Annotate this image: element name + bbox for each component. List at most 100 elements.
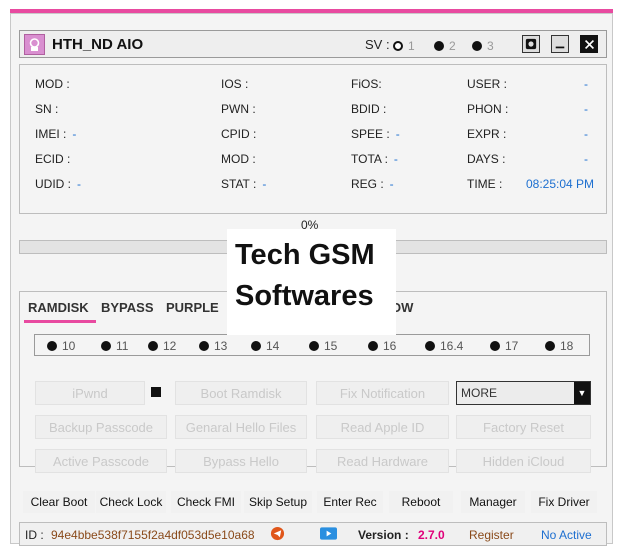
tab-purple[interactable]: PURPLE xyxy=(166,300,219,315)
activation-status: No Active xyxy=(541,528,592,542)
radio-icon xyxy=(545,341,555,351)
info-imei: IMEI :- xyxy=(35,127,77,141)
bypass-hello-button[interactable]: Bypass Hello xyxy=(175,449,307,473)
radio-icon xyxy=(490,341,500,351)
ios-version-13[interactable]: 13 xyxy=(199,339,227,353)
fix-notification-button[interactable]: Fix Notification xyxy=(316,381,449,405)
ios-version-12[interactable]: 12 xyxy=(148,339,176,353)
option-checkbox[interactable] xyxy=(151,387,161,397)
info-expr-label: EXPR : xyxy=(467,127,507,141)
read-hardware-button[interactable]: Read Hardware xyxy=(316,449,449,473)
watermark-overlay: Tech GSM Softwares xyxy=(227,229,396,335)
radio-icon xyxy=(472,41,482,51)
radio-icon xyxy=(148,341,158,351)
info-phone-label: PHON : xyxy=(467,102,509,116)
app-logo-icon xyxy=(24,34,45,55)
info-days-value: - xyxy=(584,152,588,166)
info-ecid: ECID : xyxy=(35,152,71,166)
ios-version-15[interactable]: 15 xyxy=(309,339,337,353)
sv-label: SV : xyxy=(365,37,390,52)
camera-button[interactable] xyxy=(522,35,540,53)
ios-version-16-4[interactable]: 16.4 xyxy=(425,339,463,353)
info-sn: SN : xyxy=(35,102,59,116)
enter-rec-button[interactable]: Enter Rec xyxy=(317,491,383,513)
read-apple-id-button[interactable]: Read Apple ID xyxy=(316,415,449,439)
info-mod: MOD : xyxy=(35,77,70,91)
skip-setup-button[interactable]: Skip Setup xyxy=(244,491,312,513)
close-icon xyxy=(584,39,594,49)
fix-driver-button[interactable]: Fix Driver xyxy=(531,491,597,513)
title-bar: HTH_ND AIO SV : 1 2 3 xyxy=(19,30,607,58)
general-hello-files-button[interactable]: Genaral Hello Files xyxy=(175,415,307,439)
active-tab-indicator xyxy=(24,320,96,323)
ios-version-selector: 10 11 12 13 14 15 16 16.4 17 18 xyxy=(34,334,590,356)
info-cpid: CPID : xyxy=(221,127,257,141)
info-bdid: BDID : xyxy=(351,102,387,116)
check-fmi-button[interactable]: Check FMI xyxy=(171,491,241,513)
chevron-down-icon: ▼ xyxy=(574,382,590,404)
boot-ramdisk-button[interactable]: Boot Ramdisk xyxy=(175,381,307,405)
close-button[interactable] xyxy=(580,35,598,53)
clear-boot-button[interactable]: Clear Boot xyxy=(23,491,95,513)
camera-icon xyxy=(525,38,537,50)
info-time-value: 08:25:04 PM xyxy=(526,177,595,191)
ipwnd-button[interactable]: iPwnd xyxy=(35,381,145,405)
factory-reset-button[interactable]: Factory Reset xyxy=(456,415,591,439)
info-expr-value: - xyxy=(584,127,588,141)
sv-option-3[interactable]: 3 xyxy=(472,39,494,53)
reboot-button[interactable]: Reboot xyxy=(389,491,453,513)
info-reg: REG :- xyxy=(351,177,394,191)
id-value: 94e4bbe538f7155f2a4df053d5e10a68 xyxy=(51,528,255,542)
id-label: ID : xyxy=(25,528,44,542)
hidden-icloud-button[interactable]: Hidden iCloud xyxy=(456,449,591,473)
radio-icon xyxy=(47,341,57,351)
tab-bypass[interactable]: BYPASS xyxy=(101,300,154,315)
radio-icon xyxy=(101,341,111,351)
version-value: 2.7.0 xyxy=(418,528,445,542)
youtube-icon[interactable] xyxy=(320,527,337,543)
info-udid: UDID :- xyxy=(35,177,81,191)
watermark-line-2: Softwares xyxy=(235,280,374,312)
radio-icon xyxy=(368,341,378,351)
ios-version-11[interactable]: 11 xyxy=(101,339,128,353)
info-user-label: USER : xyxy=(467,77,508,91)
minimize-button[interactable] xyxy=(551,35,569,53)
info-days-label: DAYS : xyxy=(467,152,506,166)
radio-icon xyxy=(434,41,444,51)
info-user-value: - xyxy=(584,77,588,91)
info-time-label: TIME : xyxy=(467,177,503,191)
info-mod2: MOD : xyxy=(221,152,256,166)
minimize-icon xyxy=(555,46,565,49)
ios-version-17[interactable]: 17 xyxy=(490,339,518,353)
telegram-icon[interactable] xyxy=(270,526,285,544)
status-bar: ID : 94e4bbe538f7155f2a4df053d5e10a68 Ve… xyxy=(19,522,607,546)
ios-version-14[interactable]: 14 xyxy=(251,339,279,353)
ios-version-18[interactable]: 18 xyxy=(545,339,573,353)
info-phone-value: - xyxy=(584,102,588,116)
info-speed: SPEE :- xyxy=(351,127,400,141)
backup-passcode-button[interactable]: Backup Passcode xyxy=(35,415,167,439)
info-pwn: PWN : xyxy=(221,102,256,116)
register-link[interactable]: Register xyxy=(469,528,514,542)
app-title: HTH_ND AIO xyxy=(52,36,144,53)
version-label: Version : xyxy=(358,528,409,542)
ios-version-16[interactable]: 16 xyxy=(368,339,396,353)
radio-icon xyxy=(251,341,261,351)
active-passcode-button[interactable]: Active Passcode xyxy=(35,449,167,473)
info-total: TOTA :- xyxy=(351,152,398,166)
more-dropdown[interactable]: MORE ▼ xyxy=(456,381,591,405)
check-lock-button[interactable]: Check Lock xyxy=(96,491,166,513)
watermark-line-1: Tech GSM xyxy=(235,239,375,271)
radio-selected-icon xyxy=(393,41,403,51)
sv-option-2[interactable]: 2 xyxy=(434,39,456,53)
radio-icon xyxy=(425,341,435,351)
tab-ramdisk[interactable]: RAMDISK xyxy=(28,300,89,315)
info-stat: STAT :- xyxy=(221,177,267,191)
sv-option-1[interactable]: 1 xyxy=(393,39,415,53)
manager-button[interactable]: Manager xyxy=(461,491,525,513)
info-ios: IOS : xyxy=(221,77,249,91)
ios-version-10[interactable]: 10 xyxy=(47,339,75,353)
radio-icon xyxy=(309,341,319,351)
radio-icon xyxy=(199,341,209,351)
device-info-panel: MOD : SN : IMEI :- ECID : UDID :- IOS : … xyxy=(19,64,607,214)
